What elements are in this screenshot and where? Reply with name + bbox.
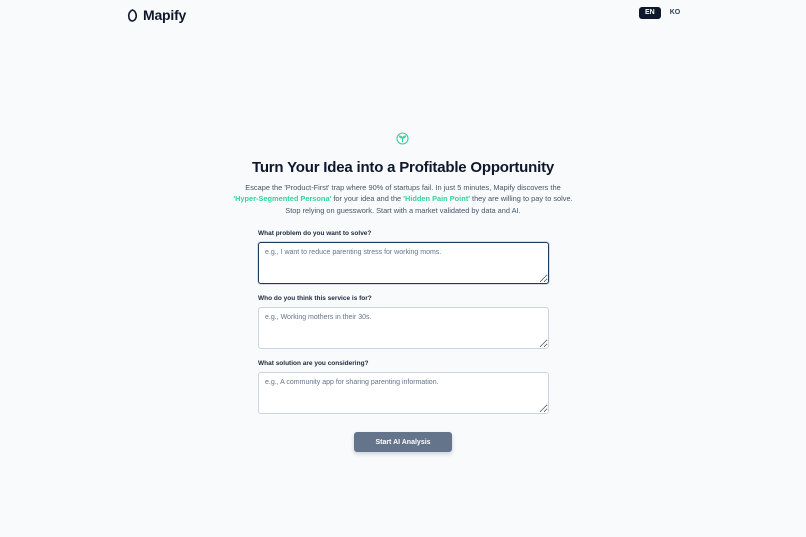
problem-label: What problem do you want to solve?: [258, 230, 372, 237]
page-description: Escape the 'Product-First' trap where 90…: [228, 182, 578, 216]
audience-label: Who do you think this service is for?: [258, 295, 372, 302]
language-switcher: EN KO: [639, 7, 686, 19]
lang-en-button[interactable]: EN: [639, 7, 661, 19]
solution-label: What solution are you considering?: [258, 360, 369, 367]
description-text-1: Escape the 'Product-First' trap where 90…: [245, 183, 561, 192]
problem-textarea[interactable]: [258, 242, 549, 284]
highlight-pain-point: 'Hidden Pain Point': [403, 194, 470, 204]
brand-name: Mapify: [143, 7, 187, 23]
solution-textarea[interactable]: [258, 372, 549, 414]
highlight-persona: 'Hyper-Segmented Persona': [233, 194, 332, 204]
brand-logo[interactable]: Mapify: [127, 7, 186, 23]
leaf-ring-icon: [127, 8, 138, 22]
page-title: Turn Your Idea into a Profitable Opportu…: [251, 159, 555, 176]
audience-textarea[interactable]: [258, 307, 549, 349]
lang-ko-button[interactable]: KO: [664, 7, 687, 19]
top-header: Mapify EN KO: [0, 0, 806, 28]
start-analysis-button[interactable]: Start AI Analysis: [354, 432, 452, 452]
sprout-icon: [396, 132, 409, 145]
description-text-2: for your idea and the: [331, 194, 404, 204]
